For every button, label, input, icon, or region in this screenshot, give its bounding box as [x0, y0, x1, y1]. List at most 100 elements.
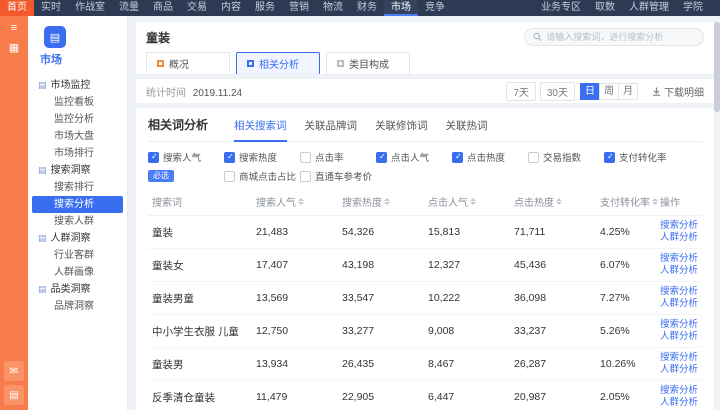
download-button[interactable]: 下载明细 — [652, 84, 704, 99]
metric-checkbox[interactable] — [604, 152, 615, 163]
sidebar-item[interactable]: 品牌洞察 — [28, 298, 127, 315]
sidebar-item[interactable]: 监控看板 — [28, 94, 127, 111]
sidebar-item[interactable]: 行业客群 — [28, 247, 127, 264]
metric-checkbox[interactable] — [452, 152, 463, 163]
metric-checkbox[interactable] — [376, 152, 387, 163]
tab-icon — [157, 60, 164, 67]
keyword-tab[interactable]: 概况 — [146, 52, 230, 74]
action-link[interactable]: 搜索分析 — [660, 385, 698, 397]
granularity-button[interactable]: 月 — [618, 83, 638, 100]
analysis-tab[interactable]: 关联修饰词 — [375, 118, 428, 141]
analysis-tab[interactable]: 关联热词 — [446, 118, 488, 141]
analysis-tab[interactable]: 相关搜索词 — [234, 118, 287, 141]
sidebar-item[interactable]: 搜索人群 — [28, 213, 127, 230]
action-link[interactable]: 人群分析 — [660, 331, 698, 343]
topnav-right-items: 业务专区取数人群管理学院 — [534, 0, 720, 16]
action-link[interactable]: 人群分析 — [660, 232, 698, 244]
sort-icon[interactable] — [384, 198, 390, 205]
search-box[interactable] — [524, 28, 704, 46]
metric-checkbox[interactable] — [224, 171, 235, 182]
range-button[interactable]: 30天 — [540, 82, 575, 101]
nav-item[interactable]: 竞争 — [418, 0, 452, 16]
nav-item[interactable]: 学院 — [676, 0, 710, 16]
metric-checkbox[interactable] — [300, 171, 311, 182]
nav-item[interactable]: 财务 — [350, 0, 384, 16]
panel-icon[interactable]: ▤ — [4, 385, 24, 405]
tab-label: 相关分析 — [259, 56, 299, 71]
nav-item[interactable]: 人群管理 — [622, 0, 676, 16]
table-row: 童装男13,93426,4358,46726,28710.26%搜索分析人群分析 — [148, 348, 702, 381]
range-button[interactable]: 7天 — [506, 82, 536, 101]
sidebar-group[interactable]: ▤人群洞察 — [28, 230, 127, 247]
keyword-tab[interactable]: 类目构成 — [326, 52, 410, 74]
value-cell: 43,198 — [338, 249, 424, 282]
apps-icon[interactable]: ▦ — [9, 41, 19, 55]
action-link[interactable]: 人群分析 — [660, 265, 698, 277]
granularity-button[interactable]: 周 — [599, 83, 619, 100]
sidebar-group[interactable]: ▤搜索洞察 — [28, 162, 127, 179]
value-cell: 9,008 — [424, 315, 510, 348]
action-link[interactable]: 人群分析 — [660, 364, 698, 376]
action-link[interactable]: 搜索分析 — [660, 220, 698, 232]
action-link[interactable]: 搜索分析 — [660, 319, 698, 331]
nav-item[interactable]: 物流 — [316, 0, 350, 16]
sidebar-group[interactable]: ▤市场监控 — [28, 77, 127, 94]
column-header[interactable]: 搜索人气 — [252, 188, 338, 216]
search-input[interactable] — [546, 32, 695, 42]
nav-item[interactable]: 作战室 — [68, 0, 112, 16]
sidebar-item[interactable]: 市场大盘 — [28, 128, 127, 145]
action-link[interactable]: 搜索分析 — [660, 286, 698, 298]
sidebar-item[interactable]: 人群画像 — [28, 264, 127, 281]
nav-item[interactable]: 流量 — [112, 0, 146, 16]
metric-label: 交易指数 — [543, 150, 581, 164]
metric-checkbox[interactable] — [224, 152, 235, 163]
nav-item[interactable]: 服务 — [248, 0, 282, 16]
value-cell: 33,237 — [510, 315, 596, 348]
action-link[interactable]: 搜索分析 — [660, 253, 698, 265]
actions-cell: 搜索分析人群分析 — [656, 249, 702, 282]
value-cell: 21,483 — [252, 216, 338, 249]
sort-icon[interactable] — [556, 198, 562, 205]
sort-icon[interactable] — [652, 198, 658, 205]
action-link[interactable]: 人群分析 — [660, 298, 698, 310]
nav-item[interactable]: 取数 — [588, 0, 622, 16]
scrollbar-thumb[interactable] — [714, 22, 720, 112]
sidebar-item[interactable]: 市场排行 — [28, 145, 127, 162]
sort-icon[interactable] — [470, 198, 476, 205]
sidebar-item[interactable]: 监控分析 — [28, 111, 127, 128]
nav-item[interactable]: 营销 — [282, 0, 316, 16]
keyword-tab[interactable]: 相关分析 — [236, 52, 320, 74]
sidebar-item[interactable]: 搜索分析 — [32, 196, 123, 213]
sidebar-item[interactable]: 搜索排行 — [28, 179, 127, 196]
nav-item[interactable]: 内容 — [214, 0, 248, 16]
column-header[interactable]: 搜索热度 — [338, 188, 424, 216]
analysis-tab[interactable]: 关联品牌词 — [305, 118, 358, 141]
actions-cell: 搜索分析人群分析 — [656, 216, 702, 249]
granularity-button[interactable]: 日 — [580, 83, 600, 100]
metric-checkbox[interactable] — [300, 152, 311, 163]
nav-item[interactable]: 实时 — [34, 0, 68, 16]
nav-item[interactable]: 交易 — [180, 0, 214, 16]
sort-icon[interactable] — [298, 198, 304, 205]
metric-checkbox[interactable] — [528, 152, 539, 163]
column-header[interactable]: 支付转化率 — [596, 188, 656, 216]
page-scrollbar[interactable] — [714, 16, 720, 410]
nav-item[interactable]: 商品 — [146, 0, 180, 16]
table-row: 童装21,48354,32615,81371,7114.25%搜索分析人群分析 — [148, 216, 702, 249]
column-header[interactable]: 点击热度 — [510, 188, 596, 216]
nav-item[interactable]: 市场 — [384, 0, 418, 16]
action-link[interactable]: 搜索分析 — [660, 352, 698, 364]
mail-icon[interactable]: ✉ — [4, 361, 24, 381]
keyword-header-top: 童装 — [146, 28, 704, 46]
tab-icon — [247, 60, 254, 67]
actions-cell: 搜索分析人群分析 — [656, 315, 702, 348]
column-header[interactable]: 点击人气 — [424, 188, 510, 216]
sidebar-group[interactable]: ▤品类洞察 — [28, 281, 127, 298]
table-header-row: 搜索词搜索人气搜索热度点击人气点击热度支付转化率操作 — [148, 188, 702, 216]
nav-item[interactable]: 业务专区 — [534, 0, 588, 16]
metric-checkbox[interactable] — [148, 152, 159, 163]
keyword-cell: 童装 — [148, 216, 252, 249]
action-link[interactable]: 人群分析 — [660, 397, 698, 409]
menu-icon[interactable]: ≡ — [11, 21, 17, 35]
nav-item[interactable]: 首页 — [0, 0, 34, 16]
